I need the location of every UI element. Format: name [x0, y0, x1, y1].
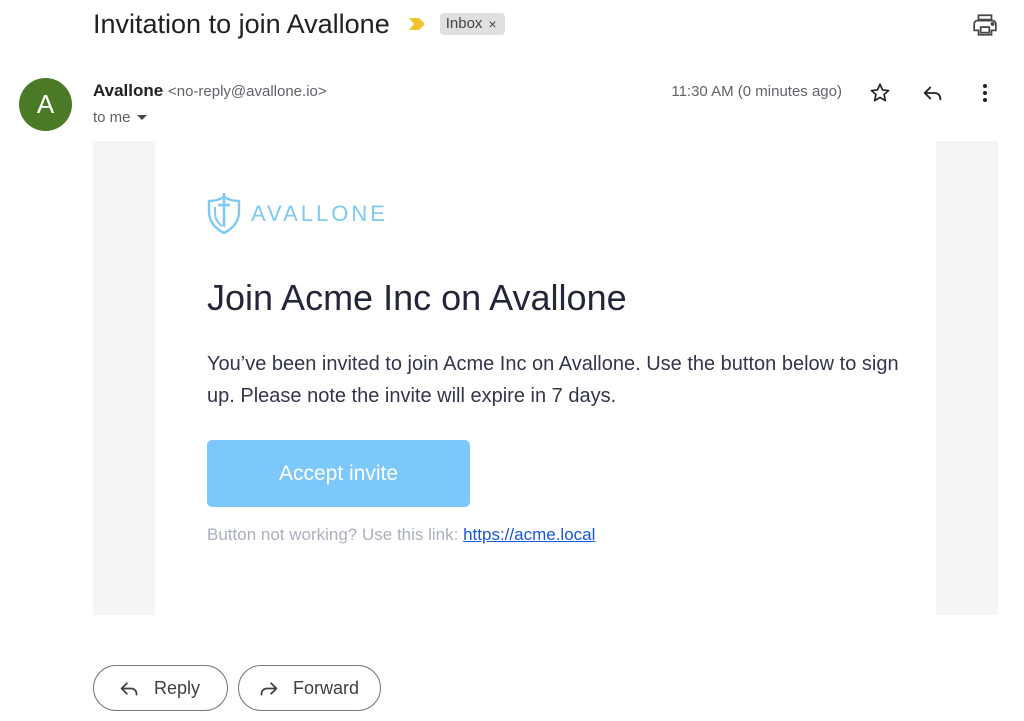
email-heading: Join Acme Inc on Avallone: [207, 277, 627, 318]
email-timestamp: 11:30 AM (0 minutes ago): [671, 83, 842, 100]
reply-icon[interactable]: [919, 79, 947, 107]
brand-name: AVALLONE: [251, 201, 388, 226]
reply-label: Reply: [154, 677, 201, 698]
recipient-text: to me: [93, 109, 131, 126]
more-vertical-icon[interactable]: [971, 79, 999, 107]
accept-invite-button[interactable]: Accept invite: [207, 440, 470, 507]
print-icon[interactable]: [972, 12, 998, 38]
email-content-card: AVALLONE Join Acme Inc on Avallone You’v…: [155, 141, 936, 615]
email-subject: Invitation to join Avallone: [93, 8, 390, 39]
inbox-label-chip: Inbox ×: [439, 13, 505, 35]
fallback-link[interactable]: https://acme.local: [463, 525, 595, 544]
forward-label: Forward: [293, 677, 360, 698]
importance-marker-icon[interactable]: [408, 15, 426, 33]
reply-icon: [120, 681, 138, 695]
subject-row: Invitation to join Avallone Inbox ×: [93, 6, 505, 42]
remove-label-button[interactable]: ×: [488, 16, 496, 32]
email-message: You’ve been invited to join Acme Inc on …: [207, 353, 899, 407]
inbox-label-text: Inbox: [445, 15, 483, 32]
recipient-details-toggle[interactable]: to me: [93, 109, 147, 126]
caret-down-icon: [136, 114, 147, 120]
sender-email: <no-reply@avallone.io>: [167, 83, 327, 100]
sender-avatar: A: [19, 78, 72, 131]
sender-name[interactable]: Avallone: [93, 81, 163, 100]
star-icon[interactable]: [866, 79, 894, 107]
forward-button[interactable]: Forward: [238, 665, 381, 711]
forward-icon: [260, 681, 278, 695]
brand-logo: AVALLONE: [207, 193, 388, 235]
reply-button[interactable]: Reply: [93, 665, 228, 711]
sender-line: Avallone <no-reply@avallone.io>: [93, 81, 327, 101]
fallback-text-line: Button not working? Use this link: https…: [207, 525, 595, 545]
shield-sword-logo-icon: [207, 193, 241, 235]
fallback-text: Button not working? Use this link:: [207, 525, 459, 544]
